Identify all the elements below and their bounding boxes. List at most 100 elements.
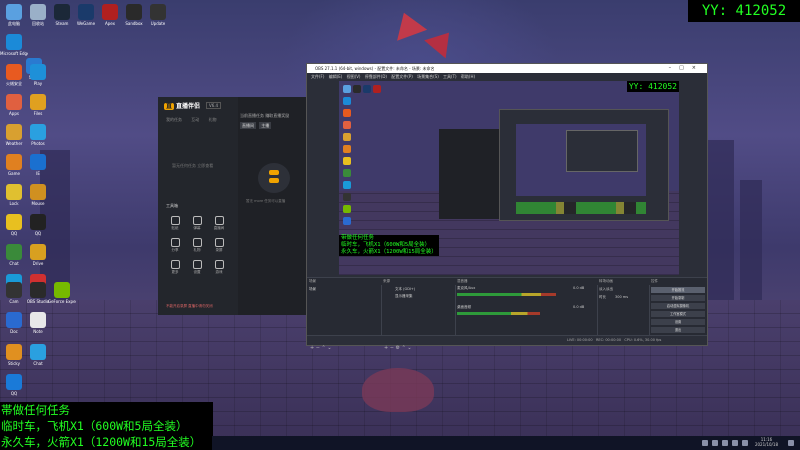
source-item-display[interactable]: 显示器采集 bbox=[395, 294, 413, 299]
menu-view[interactable]: 视图(V) bbox=[347, 74, 361, 79]
duration-label: 时长 bbox=[599, 295, 606, 299]
desktop-icon[interactable]: Microsoft Edge bbox=[0, 34, 28, 56]
app-icon bbox=[30, 184, 46, 200]
menu-docks[interactable]: 停靠部件(D) bbox=[365, 74, 387, 79]
toolbox-item[interactable]: 弹幕 bbox=[188, 214, 206, 234]
tray-volume-icon[interactable] bbox=[722, 440, 728, 446]
app-icon bbox=[30, 244, 46, 260]
status-live: LIVE: 00:00:00 bbox=[567, 338, 593, 342]
empty-tasks-text[interactable]: 暂无任何任务 立即查看 bbox=[172, 163, 213, 169]
assistant-tabs[interactable]: 我的任务 互动 礼物 bbox=[166, 117, 217, 123]
chip-room[interactable]: 直播间 bbox=[240, 122, 256, 129]
notification-icon[interactable] bbox=[788, 440, 794, 446]
settings-button[interactable]: 设置 bbox=[651, 319, 705, 325]
desktop-icon[interactable]: Play bbox=[24, 64, 52, 86]
yy-counter: YY: 412052 bbox=[688, 0, 800, 22]
desktop-icon[interactable]: Mouse bbox=[24, 184, 52, 206]
app-icon bbox=[6, 344, 22, 360]
obs-menubar: 文件(F) 编辑(E) 视图(V) 停靠部件(D) 配置文件(P) 场景集合(S… bbox=[307, 73, 707, 80]
menu-tools[interactable]: 工具(T) bbox=[443, 74, 457, 79]
menu-edit[interactable]: 编辑(E) bbox=[329, 74, 343, 79]
menu-file[interactable]: 文件(F) bbox=[311, 74, 324, 79]
app-icon bbox=[6, 214, 22, 230]
start-streaming-button[interactable]: 开始推流 bbox=[651, 287, 705, 293]
task-line-1: 帯做任何任务 bbox=[1, 403, 70, 417]
obs-titlebar: OBS 27.1.1 (64-bit, windows) - 配置文件: 未命名… bbox=[307, 64, 707, 73]
source-toolbar[interactable]: + − ⚙ ⌃ ⌄ bbox=[384, 345, 412, 351]
toolbox-item[interactable]: 游戏 bbox=[210, 258, 228, 278]
app-icon bbox=[6, 94, 22, 110]
desktop-icon[interactable]: Drive bbox=[24, 244, 52, 266]
virtual-camera-button[interactable]: 启动虚拟摄像机 bbox=[651, 303, 705, 309]
tool-icon bbox=[170, 260, 180, 269]
tool-icon bbox=[192, 260, 202, 269]
app-icon bbox=[102, 4, 118, 20]
tray-chevron-icon[interactable] bbox=[702, 440, 708, 446]
start-recording-button[interactable]: 开始录制 bbox=[651, 295, 705, 301]
toolbox-item[interactable]: 直播间 bbox=[210, 214, 228, 234]
toolbox-item[interactable]: 录屏 bbox=[210, 236, 228, 256]
duration-input[interactable]: 300 ms bbox=[615, 295, 628, 299]
app-icon bbox=[6, 64, 22, 80]
studio-mode-button[interactable]: 工作室模式 bbox=[651, 311, 705, 317]
menu-profile[interactable]: 配置文件(P) bbox=[391, 74, 413, 79]
tool-label: 更多 bbox=[171, 270, 179, 274]
tray-network-icon[interactable] bbox=[712, 440, 718, 446]
menu-scene-collection[interactable]: 场景集合(S) bbox=[417, 74, 439, 79]
transition-select[interactable]: 淡入淡出 bbox=[599, 287, 613, 292]
toolbox-item[interactable]: 礼物 bbox=[188, 236, 206, 256]
taskbar-clock[interactable]: 11:16 2021/10/18 bbox=[755, 437, 778, 447]
desktop-icon[interactable]: Files bbox=[24, 94, 52, 116]
desktop-icon-label: Microsoft Edge bbox=[0, 51, 28, 56]
desktop-icon[interactable]: Chat bbox=[24, 344, 52, 366]
app-icon bbox=[6, 184, 22, 200]
toolbox-item[interactable]: 贴纸 bbox=[166, 214, 184, 234]
desktop-icon[interactable]: IE bbox=[24, 154, 52, 176]
desktop-icon-label: Play bbox=[33, 81, 43, 86]
desktop-icon[interactable]: Photos bbox=[24, 124, 52, 146]
tab-tasks[interactable]: 我的任务 bbox=[166, 117, 182, 122]
scene-item[interactable]: 场景 bbox=[309, 287, 316, 292]
mixer-db-mic: 0.0 dB bbox=[573, 286, 585, 290]
tray-ime-icon[interactable] bbox=[732, 440, 738, 446]
app-icon bbox=[6, 154, 22, 170]
app-icon bbox=[30, 64, 46, 80]
exit-button[interactable]: 退出 bbox=[651, 327, 705, 333]
tab-gifts[interactable]: 礼物 bbox=[209, 117, 217, 122]
menu-help[interactable]: 帮助(H) bbox=[461, 74, 475, 79]
app-icon bbox=[6, 124, 22, 140]
toolbox-item[interactable]: 设置 bbox=[188, 258, 206, 278]
desktop-icon[interactable]: Note bbox=[24, 312, 52, 334]
tool-label: 录屏 bbox=[215, 248, 223, 252]
tray-app-icon[interactable] bbox=[742, 440, 748, 446]
obs-title: OBS 27.1.1 (64-bit, windows) - 配置文件: 未命名… bbox=[315, 66, 435, 71]
chip-host[interactable]: 主播 bbox=[259, 122, 272, 129]
app-icon bbox=[54, 282, 70, 298]
app-icon bbox=[30, 282, 46, 298]
scene-toolbar[interactable]: + − ⌃ ⌄ bbox=[310, 345, 332, 351]
app-icon bbox=[78, 4, 94, 20]
preview-nested-obs bbox=[499, 109, 669, 221]
transitions-header: 转场动画 bbox=[599, 279, 613, 283]
source-item-text[interactable]: 文本 (GDI+) bbox=[395, 287, 415, 292]
desktop-icon[interactable]: Update bbox=[144, 4, 172, 26]
tool-icon bbox=[214, 216, 224, 225]
desktop-icon[interactable]: QQ bbox=[24, 214, 52, 236]
tool-icon bbox=[214, 260, 224, 269]
assistant-top-text: 当前直播任务 赚取直播奖励 bbox=[240, 113, 290, 118]
toolbox-label: 工具箱 bbox=[166, 203, 178, 208]
app-icon bbox=[54, 4, 70, 20]
window-controls[interactable]: –□× bbox=[669, 64, 704, 73]
desktop-icon-label: QQ bbox=[34, 231, 42, 236]
app-icon bbox=[30, 214, 46, 230]
controls-header: 控件 bbox=[651, 279, 658, 283]
toolbox-item[interactable]: 分享 bbox=[166, 236, 184, 256]
toolbox-item[interactable]: 更多 bbox=[166, 258, 184, 278]
tool-icon bbox=[170, 238, 180, 247]
obs-preview[interactable]: YY: 412052 带做任何任务 临时车，飞机X1（600W和5局全装） 永久… bbox=[339, 81, 679, 275]
desktop-icon[interactable]: QQ bbox=[0, 374, 28, 396]
obs-window: OBS 27.1.1 (64-bit, windows) - 配置文件: 未命名… bbox=[306, 63, 708, 351]
tab-interact[interactable]: 互动 bbox=[191, 117, 199, 122]
tool-label: 直播间 bbox=[213, 226, 225, 230]
desktop-icon[interactable]: GeForce Experience bbox=[48, 282, 76, 304]
